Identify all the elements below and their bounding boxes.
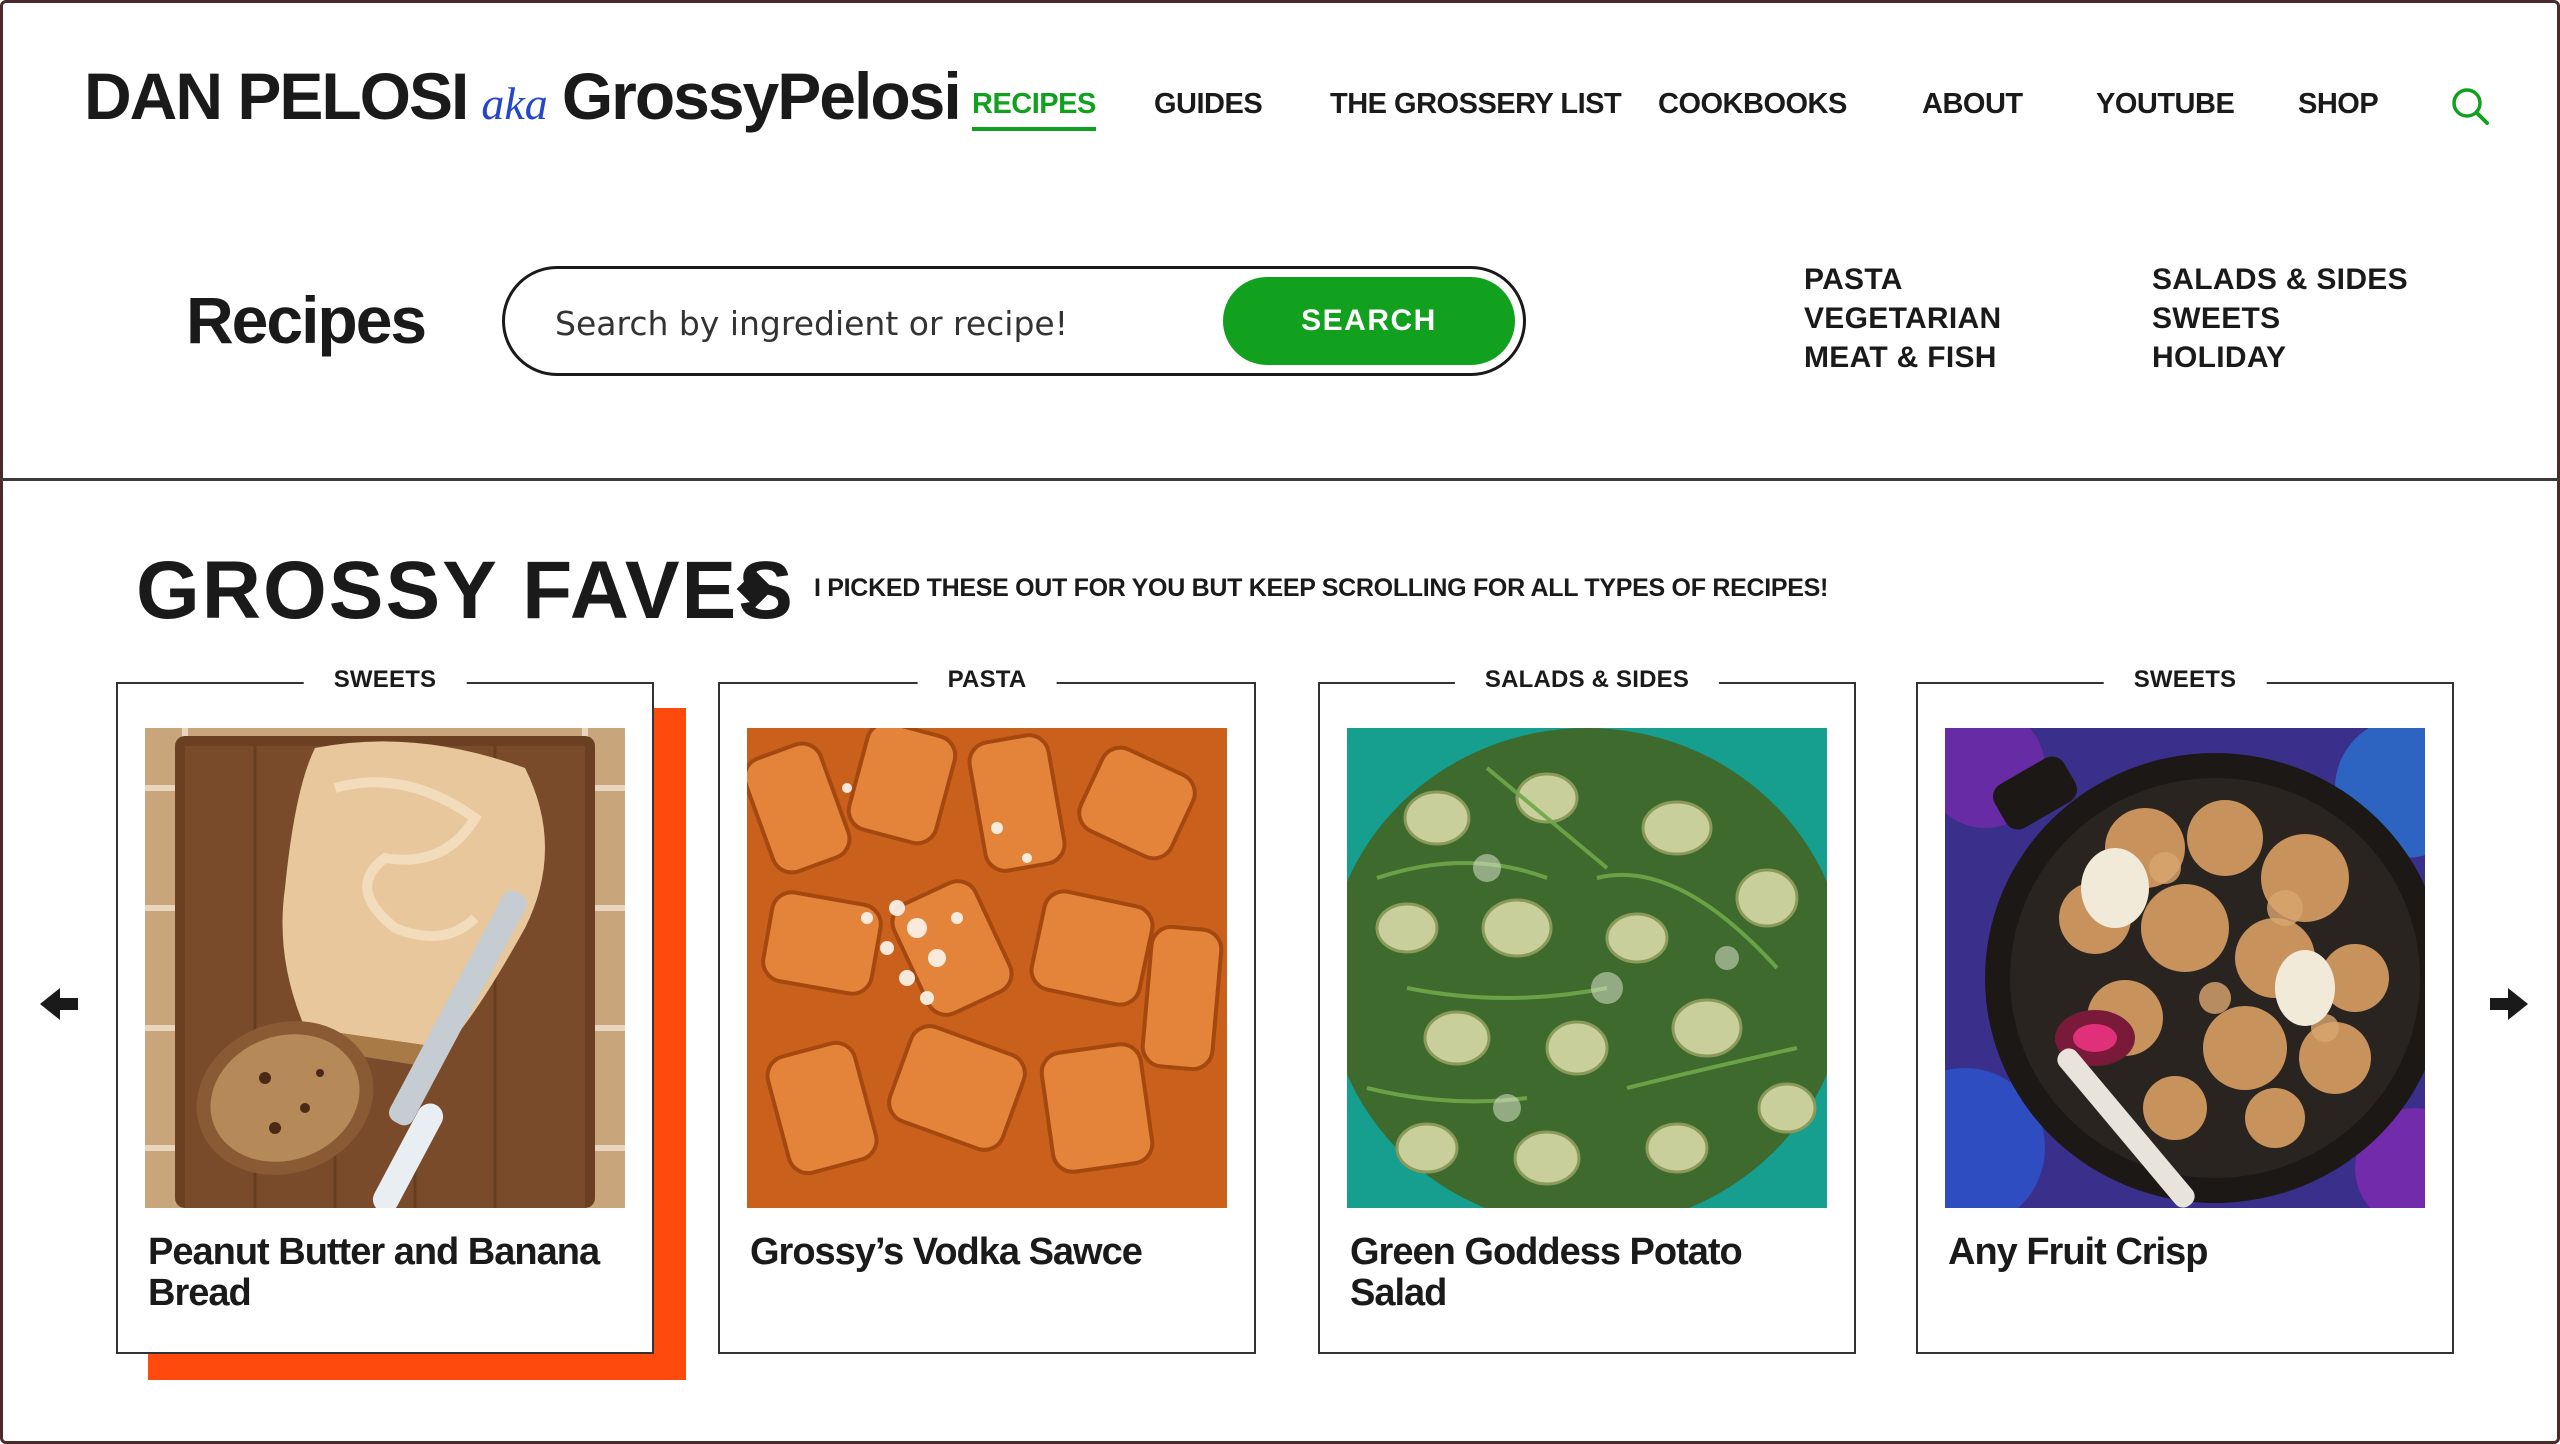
- category-link-meat-fish[interactable]: MEAT & FISH: [1804, 338, 2001, 377]
- card-category-label: SALADS & SIDES: [1454, 666, 1720, 694]
- search-button[interactable]: SEARCH: [1223, 277, 1515, 365]
- logo-name: DAN PELOSI: [84, 59, 469, 133]
- card-recipe-name[interactable]: Peanut Butter and Banana Bread: [148, 1232, 628, 1314]
- nav-shop[interactable]: SHOP: [2298, 88, 2379, 127]
- search-icon[interactable]: [2450, 86, 2490, 126]
- recipe-card[interactable]: PASTA Grossy’s Vodka Sawce: [718, 666, 1256, 1354]
- section-divider: [0, 478, 2560, 481]
- vodka-sauce-pasta-photo[interactable]: [747, 728, 1227, 1208]
- recipe-card[interactable]: SALADS & SIDES Green Goddess Potato Sala…: [1318, 666, 1856, 1354]
- category-link-salads-sides[interactable]: SALADS & SIDES: [2152, 260, 2408, 299]
- recipe-card[interactable]: SWEETS Any Fruit Crisp: [1916, 666, 2454, 1354]
- card-recipe-name[interactable]: Grossy’s Vodka Sawce: [750, 1232, 1230, 1273]
- category-link-pasta[interactable]: PASTA: [1804, 260, 2001, 299]
- recipe-search-input[interactable]: [555, 299, 1195, 347]
- category-link-holiday[interactable]: HOLIDAY: [2152, 338, 2408, 377]
- nav-grossery-list[interactable]: THE GROSSERY LIST: [1330, 88, 1622, 127]
- logo-aka: aka: [481, 78, 548, 129]
- logo-handle: GrossyPelosi: [561, 59, 962, 133]
- fruit-crisp-photo[interactable]: [1945, 728, 2425, 1208]
- card-recipe-name[interactable]: Any Fruit Crisp: [1948, 1232, 2428, 1273]
- faves-subtitle: I PICKED THESE OUT FOR YOU BUT KEEP SCRO…: [814, 574, 1828, 602]
- nav-cookbooks[interactable]: COOKBOOKS: [1658, 88, 1847, 127]
- peanut-butter-banana-bread-photo[interactable]: [145, 728, 625, 1208]
- recipes-heading: Recipes: [186, 283, 427, 357]
- category-list-left: PASTA VEGETARIAN MEAT & FISH: [1804, 260, 2001, 377]
- carousel-prev-arrow-icon[interactable]: [40, 986, 80, 1022]
- card-category-label: SWEETS: [303, 666, 467, 694]
- recipe-card[interactable]: SWEETS Peanut Butter and Banana Bread: [116, 666, 654, 1354]
- carousel-next-arrow-icon[interactable]: [2488, 986, 2528, 1022]
- green-goddess-potato-salad-photo[interactable]: [1347, 728, 1827, 1208]
- nav-recipes[interactable]: RECIPES: [972, 88, 1096, 131]
- faves-heading: GROSSY FAVES: [136, 545, 795, 636]
- category-link-vegetarian[interactable]: VEGETARIAN: [1804, 299, 2001, 338]
- nav-guides[interactable]: GUIDES: [1154, 88, 1263, 127]
- nav-youtube[interactable]: YOUTUBE: [2096, 88, 2235, 127]
- site-logo[interactable]: DAN PELOSI aka GrossyPelosi: [84, 58, 962, 134]
- card-category-label: SWEETS: [2103, 666, 2267, 694]
- recipe-search-box: SEARCH: [502, 266, 1526, 376]
- card-recipe-name[interactable]: Green Goddess Potato Salad: [1350, 1232, 1830, 1314]
- card-category-label: PASTA: [917, 666, 1057, 694]
- category-link-sweets[interactable]: SWEETS: [2152, 299, 2408, 338]
- category-list-right: SALADS & SIDES SWEETS HOLIDAY: [2152, 260, 2408, 377]
- nav-about[interactable]: ABOUT: [1922, 88, 2023, 127]
